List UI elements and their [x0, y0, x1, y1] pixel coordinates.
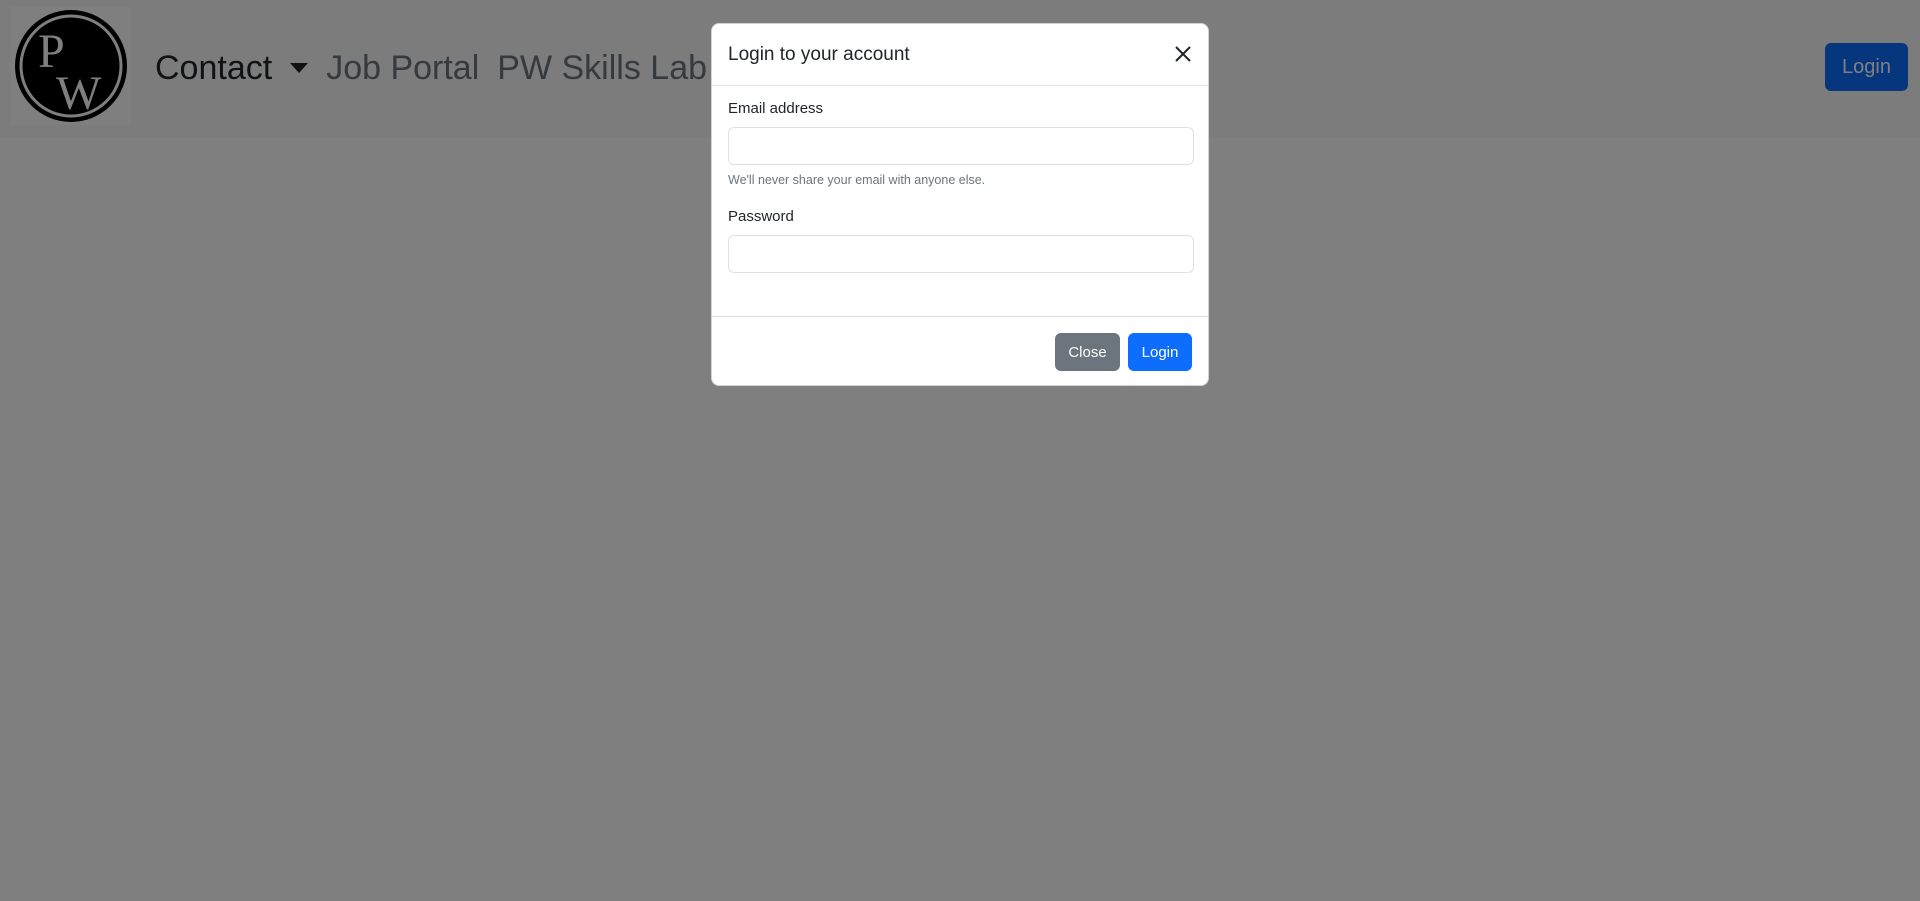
modal-close-button[interactable]: [1172, 43, 1194, 65]
modal-header: Login to your account: [712, 24, 1208, 86]
password-label: Password: [728, 208, 794, 225]
close-button[interactable]: Close: [1055, 333, 1120, 371]
modal-body: Email address We'll never share your ema…: [712, 86, 1208, 316]
close-icon: [1175, 46, 1191, 62]
email-input[interactable]: [728, 127, 1194, 165]
login-submit-button[interactable]: Login: [1128, 333, 1192, 371]
email-help-text: We'll never share your email with anyone…: [728, 173, 986, 187]
modal-title: Login to your account: [728, 43, 910, 65]
page: P W Contact Job Portal PW Skills Lab Log…: [0, 0, 1920, 901]
modal-footer: Close Login: [712, 316, 1208, 386]
password-input[interactable]: [728, 235, 1194, 273]
login-modal: Login to your account Email address We'l…: [711, 23, 1209, 386]
email-label: Email address: [728, 100, 824, 117]
